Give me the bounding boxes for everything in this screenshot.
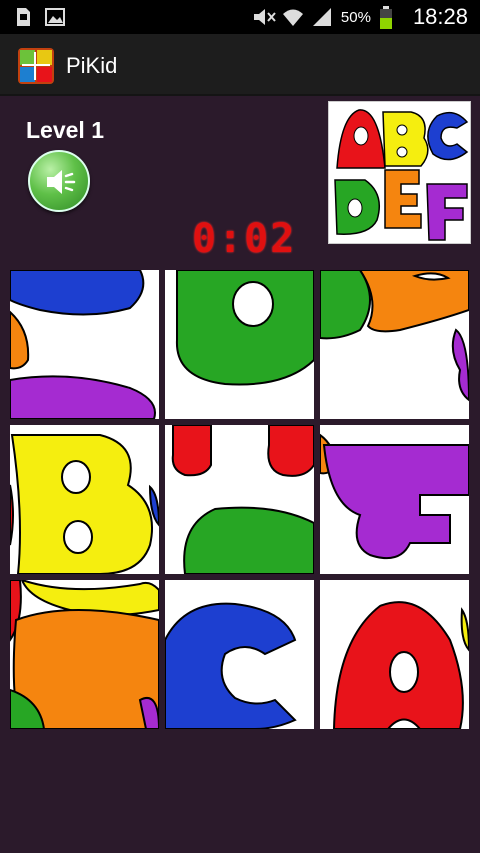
wifi-icon (281, 6, 303, 28)
puzzle-tile-2[interactable] (165, 270, 314, 419)
app-title: PiKid (66, 53, 118, 78)
status-left-icons (12, 6, 66, 28)
status-bar: 50% 18:28 (0, 0, 480, 34)
puzzle-board (10, 270, 470, 730)
target-preview-image[interactable] (328, 101, 471, 244)
signal-icon (311, 6, 333, 28)
sound-toggle-button[interactable] (28, 150, 90, 212)
sd-card-icon (12, 6, 34, 28)
puzzle-tile-5[interactable] (165, 425, 314, 574)
puzzle-tile-3[interactable] (320, 270, 469, 419)
level-label: Level 1 (26, 117, 104, 143)
action-bar: PiKid (0, 34, 480, 96)
puzzle-tile-6[interactable] (320, 425, 469, 574)
status-right-icons: 50% 18:28 (251, 4, 468, 30)
mute-icon (251, 6, 276, 28)
puzzle-app-icon[interactable] (18, 48, 54, 84)
battery-percent: 50% (340, 8, 371, 26)
puzzle-tile-7[interactable] (10, 580, 159, 729)
puzzle-tile-9[interactable] (320, 580, 469, 729)
puzzle-tile-8[interactable] (165, 580, 314, 729)
image-icon (44, 6, 66, 28)
game-timer: 0:02 (192, 216, 297, 262)
puzzle-tile-4[interactable] (10, 425, 159, 574)
clock: 18:28 (412, 4, 468, 29)
battery-icon (379, 6, 401, 29)
speaker-icon (47, 170, 76, 194)
puzzle-tile-1[interactable] (10, 270, 159, 419)
